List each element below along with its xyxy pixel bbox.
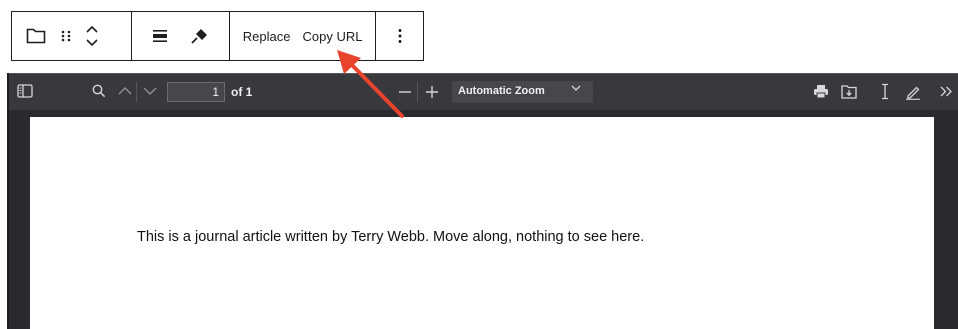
- sidebar-toggle-icon[interactable]: [17, 84, 33, 98]
- pin-icon[interactable]: [190, 28, 208, 44]
- zoom-in-icon[interactable]: [425, 85, 439, 99]
- text-cursor-icon[interactable]: [880, 83, 890, 100]
- block-mover-group: [12, 12, 132, 60]
- next-page-icon[interactable]: [143, 87, 157, 96]
- document-text: This is a journal article written by Ter…: [137, 229, 645, 245]
- more-tools-icon[interactable]: [940, 86, 952, 97]
- replace-button[interactable]: Replace: [237, 29, 297, 44]
- zoom-select[interactable]: Automatic Zoom: [452, 81, 593, 103]
- chevron-up-icon[interactable]: [86, 22, 98, 36]
- nav-divider: [136, 82, 137, 102]
- chevron-down-icon[interactable]: [86, 36, 98, 50]
- align-icon[interactable]: [152, 29, 168, 43]
- zoom-select-value: Automatic Zoom: [458, 85, 545, 97]
- print-icon[interactable]: [813, 84, 829, 99]
- pdf-page: This is a journal article written by Ter…: [30, 117, 934, 329]
- page-count: of 1: [231, 85, 253, 99]
- draw-icon[interactable]: [905, 84, 921, 100]
- alignment-group: [132, 12, 230, 60]
- page-number-input[interactable]: 1: [167, 82, 225, 102]
- move-buttons: [86, 22, 98, 50]
- save-icon[interactable]: [841, 84, 857, 99]
- chevron-down-icon: [571, 83, 581, 95]
- annotation-arrow: [337, 50, 404, 118]
- previous-page-icon[interactable]: [118, 86, 132, 95]
- drag-handle-icon[interactable]: [52, 24, 80, 48]
- folder-icon[interactable]: [24, 24, 48, 48]
- pdf-toolbar: 1 of 1 Automatic Zoom: [9, 73, 958, 110]
- more-options-icon[interactable]: [398, 28, 402, 44]
- pdf-viewer: 1 of 1 Automatic Zoom This is a journal …: [7, 73, 958, 329]
- search-icon[interactable]: [92, 84, 106, 98]
- copy-url-button[interactable]: Copy URL: [296, 29, 368, 44]
- zoom-divider: [417, 82, 418, 102]
